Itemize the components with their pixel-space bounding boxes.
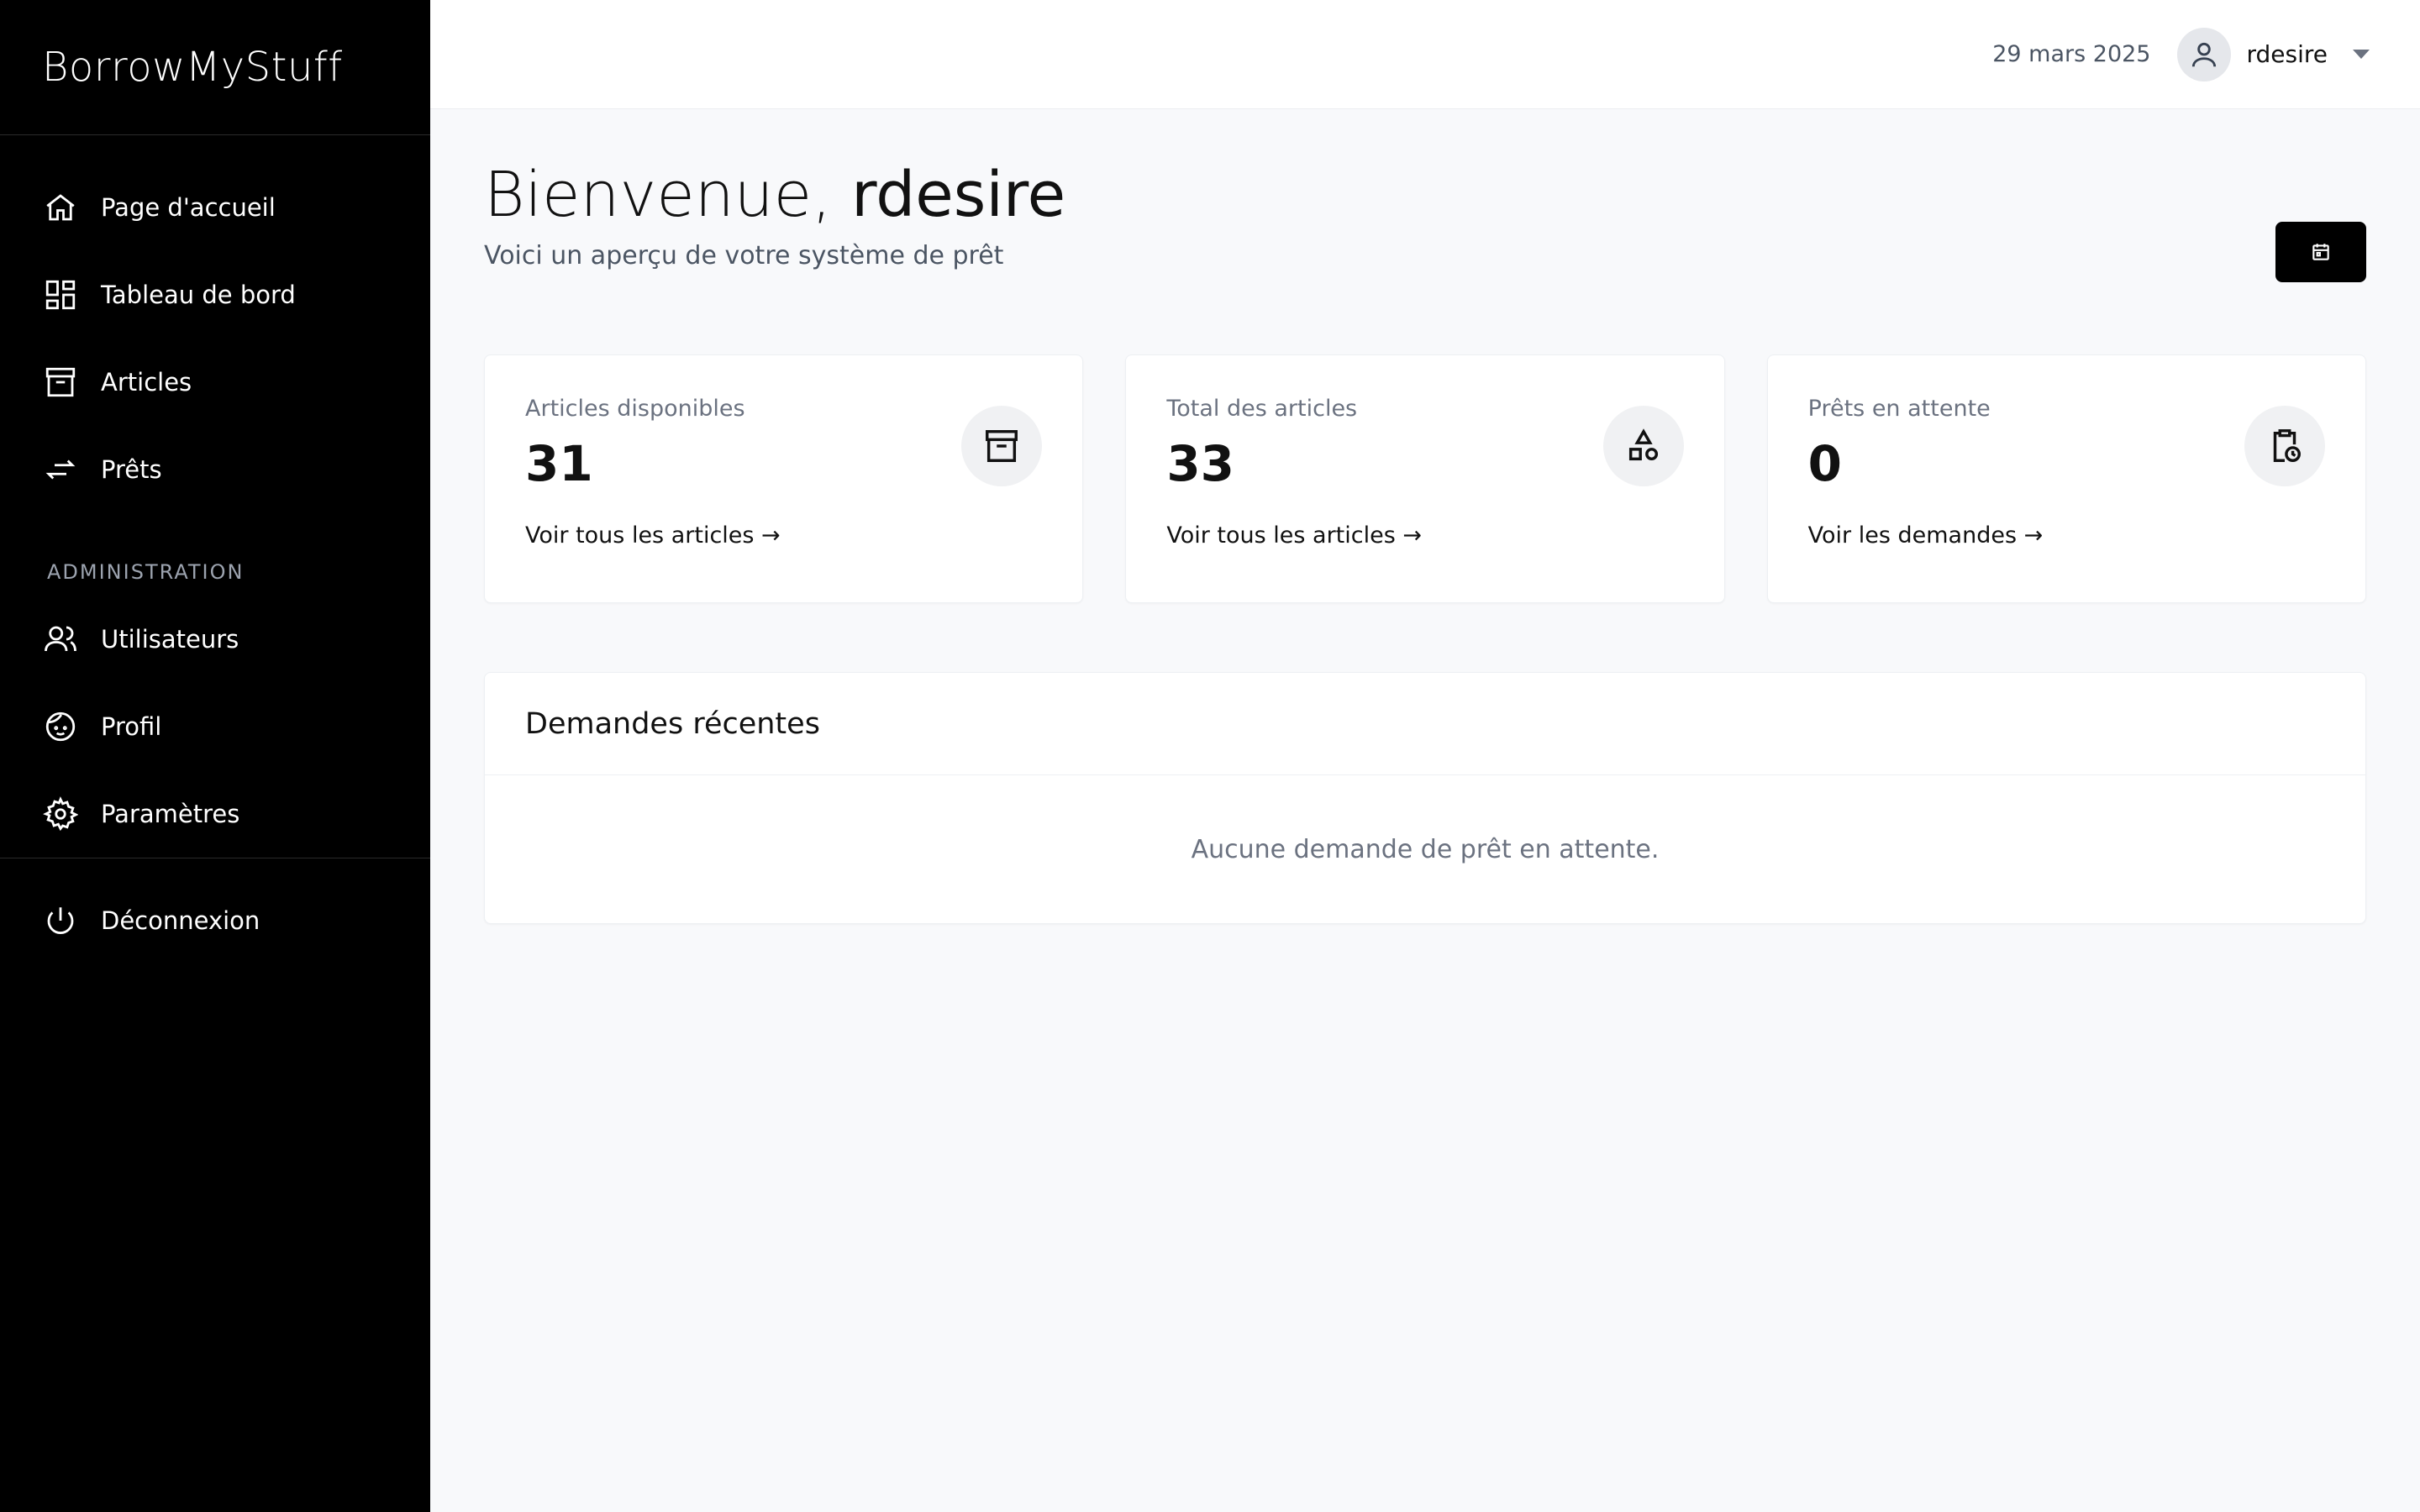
swap-icon [42,451,79,488]
stat-label: Articles disponibles [525,396,745,423]
view-all-articles-link[interactable]: Voir tous les articles → [1166,522,1422,549]
stat-card-pending: Prêts en attente 0 Voir les demandes → [1766,354,2366,604]
admin-section-heading: ADMINISTRATION [47,560,245,584]
stat-card-available: Articles disponibles 31 Voir tous les ar… [484,354,1084,604]
sidebar-item-label: Page d'accueil [101,193,276,222]
current-date: 29 mars 2025 [1992,41,2151,67]
sidebar-item-label: Articles [101,368,192,396]
stat-label: Prêts en attente [1807,396,1991,423]
stat-label: Total des articles [1166,396,1358,423]
sidebar-item-loans[interactable]: Prêts [0,426,430,513]
sidebar-item-label: Utilisateurs [101,625,239,654]
sidebar-item-settings[interactable]: Paramètres [0,770,430,858]
sidebar-item-profile[interactable]: Profil [0,683,430,770]
calendar-icon [2312,244,2329,260]
users-icon [42,621,79,658]
sidebar-item-label: Paramètres [101,800,240,828]
face-icon [42,708,79,745]
home-icon [42,189,79,226]
power-icon [42,902,79,939]
archive-icon [42,364,79,401]
chevron-down-icon[interactable] [2353,50,2370,59]
avatar[interactable] [2177,27,2232,81]
user-icon [2192,42,2217,66]
sidebar-item-articles[interactable]: Articles [0,339,430,426]
logout-label: Déconnexion [101,906,260,935]
view-all-articles-link[interactable]: Voir tous les articles → [525,522,781,549]
shapes-icon [1602,406,1684,487]
logout-button[interactable]: Déconnexion [0,877,430,964]
calendar-button[interactable] [2275,222,2366,282]
stat-card-total: Total des articles 33 Voir tous les arti… [1125,354,1725,604]
sidebar-item-label: Prêts [101,455,162,484]
sidebar-item-label: Profil [101,712,162,741]
topbar: 29 mars 2025 rdesire [430,0,2420,109]
sidebar: BorrowMyStuff Page d'accueil Tableau de … [0,0,430,1512]
sidebar-item-users[interactable]: Utilisateurs [0,596,430,683]
main-area: 29 mars 2025 rdesire Bienvenue, rdesire … [430,0,2420,1512]
page-title: Bienvenue, rdesire [484,159,2366,231]
page-subtitle: Voici un aperçu de votre système de prêt [484,241,1004,271]
sidebar-item-dashboard[interactable]: Tableau de bord [0,251,430,339]
recent-requests-title: Demandes récentes [485,673,2365,776]
welcome-greeting: Bienvenue, [484,159,852,231]
view-requests-link[interactable]: Voir les demandes → [1808,522,2044,549]
clipboard-clock-icon [2244,406,2325,487]
welcome-username: rdesire [851,159,1066,231]
stats-row: Articles disponibles 31 Voir tous les ar… [484,354,2366,604]
sidebar-item-label: Tableau de bord [101,281,296,309]
recent-requests-panel: Demandes récentes Aucune demande de prêt… [484,672,2366,925]
sidebar-item-home[interactable]: Page d'accueil [0,164,430,251]
main-nav: Page d'accueil Tableau de bord Articles … [0,135,430,964]
dashboard-icon [42,276,79,313]
empty-state-message: Aucune demande de prêt en attente. [1191,834,1660,864]
gear-icon [42,795,79,832]
app-logo[interactable]: BorrowMyStuff [0,0,430,135]
user-menu-name[interactable]: rdesire [2246,40,2328,68]
dashboard-content: Bienvenue, rdesire Voici un aperçu de vo… [430,109,2420,925]
